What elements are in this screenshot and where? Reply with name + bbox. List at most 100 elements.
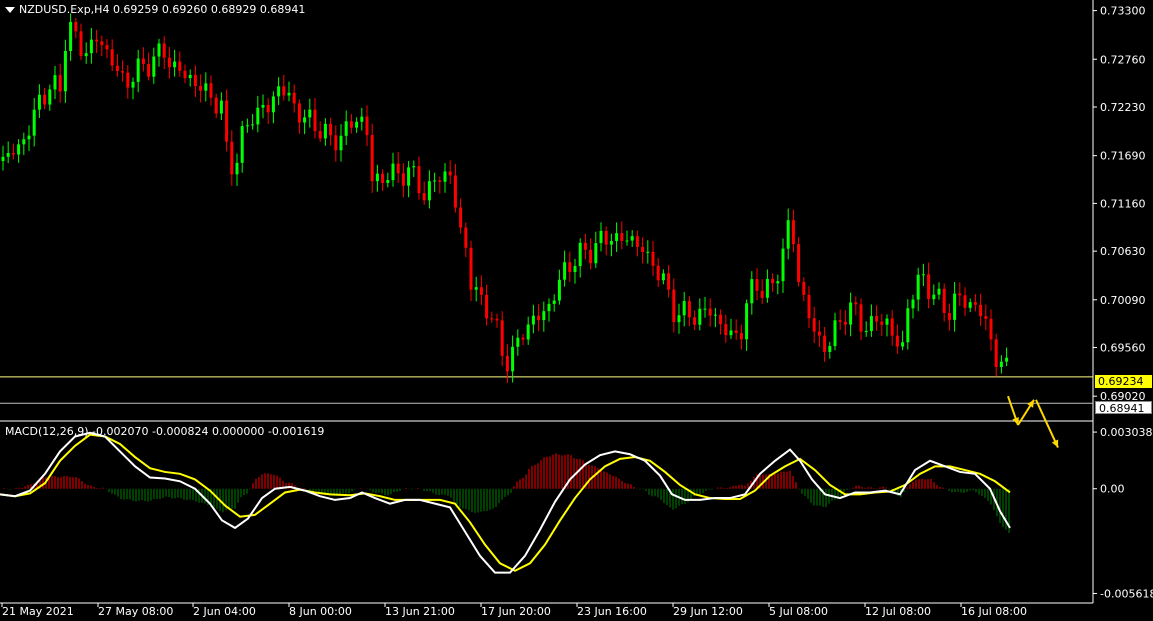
candle-body (277, 86, 281, 97)
candle-body (381, 173, 385, 183)
candle-body (438, 180, 442, 182)
candle-body (219, 100, 223, 114)
candle-body (547, 303, 551, 312)
candle-body (563, 262, 567, 280)
candle-body (32, 109, 36, 136)
candle-body (349, 121, 353, 128)
candle-body (344, 121, 348, 136)
candle-body (95, 39, 99, 42)
macd-signal-line (0, 433, 1011, 572)
candle-body (781, 248, 785, 282)
candle-body (282, 86, 286, 96)
price-tick-label: 0.71160 (1100, 197, 1146, 210)
candle-body (932, 294, 936, 300)
candle-body (167, 57, 171, 68)
candle-body (495, 318, 499, 321)
time-tick-label: 13 Jun 21:00 (385, 605, 455, 618)
candle-body (963, 295, 967, 308)
candle-body (953, 293, 957, 320)
candle-body (843, 321, 847, 325)
candle-body (69, 21, 73, 51)
candle-body (427, 181, 431, 201)
candle-body (230, 141, 234, 175)
candle-body (365, 116, 369, 136)
candle-body (615, 233, 619, 242)
candle-body (807, 294, 811, 319)
candle-body (479, 287, 483, 295)
candle-body (469, 247, 473, 290)
candle-body (79, 31, 83, 57)
candle-body (682, 301, 686, 316)
candle-body (1005, 357, 1009, 362)
candle-body (713, 314, 717, 316)
candle-body (817, 331, 821, 336)
candle-body (443, 171, 447, 182)
candle-body (734, 330, 738, 333)
candle-body (74, 21, 78, 32)
candle-body (755, 279, 759, 291)
candle-body (271, 96, 275, 113)
candle-body (828, 346, 832, 352)
candle-body (121, 71, 125, 73)
candle-body (407, 167, 411, 186)
candle-body (204, 83, 208, 91)
dropdown-triangle-icon[interactable] (5, 7, 15, 13)
candle-body (178, 61, 182, 71)
candle-body (994, 339, 998, 368)
candle-body (635, 236, 639, 247)
candle-body (895, 335, 899, 347)
candle-body (17, 144, 21, 155)
candle-body (947, 312, 951, 320)
candle-body (115, 65, 119, 72)
candle-body (22, 139, 26, 145)
macd-main-line (0, 431, 1011, 574)
candle-body (552, 300, 556, 304)
candle-body (833, 320, 837, 347)
candle-body (521, 337, 525, 340)
current-price-tag: 0.68941 (1095, 401, 1152, 415)
candle-body (745, 303, 749, 340)
candle-body (765, 278, 769, 298)
candle-body (396, 163, 400, 174)
candle-body (6, 152, 10, 157)
candle-body (360, 116, 364, 122)
candle-body (906, 308, 910, 343)
candle-body (526, 324, 530, 340)
forecast-arrow (1035, 399, 1059, 448)
candle-body (370, 135, 374, 182)
candle-body (771, 278, 775, 284)
candle-body (43, 94, 47, 105)
price-tick-label: 0.72760 (1100, 53, 1146, 66)
candle-body (63, 50, 67, 92)
candle-body (485, 294, 489, 319)
horizontal-line-price-tag: 0.69234 (1095, 375, 1152, 388)
candle-body (927, 274, 931, 300)
candle-body (131, 81, 135, 88)
candle-body (719, 314, 723, 325)
candle-body (542, 311, 546, 321)
price-tick-label: 0.72230 (1100, 101, 1146, 114)
candle-body (188, 74, 192, 79)
candle-body (214, 97, 218, 114)
time-tick-label: 16 Jul 08:00 (961, 605, 1027, 618)
candle-body (511, 346, 515, 372)
candle-body (656, 265, 660, 281)
candle-body (251, 124, 255, 126)
candle-body (464, 227, 468, 248)
candle-body (703, 308, 707, 310)
candle-body (942, 288, 946, 313)
candle-body (651, 251, 655, 266)
candle-body (880, 321, 884, 325)
candle-body (620, 233, 624, 241)
candle-body (126, 72, 130, 88)
candle-body (568, 262, 572, 273)
candle-body (693, 317, 697, 325)
price-tick-label: 0.73300 (1100, 5, 1146, 18)
candle-body (583, 242, 587, 250)
price-tick-label: 0.69560 (1100, 342, 1146, 355)
candle-body (973, 302, 977, 305)
candle-body (110, 49, 114, 66)
candle-body (48, 89, 52, 105)
time-tick-label: 29 Jun 12:00 (673, 605, 743, 618)
candle-body (557, 279, 561, 301)
